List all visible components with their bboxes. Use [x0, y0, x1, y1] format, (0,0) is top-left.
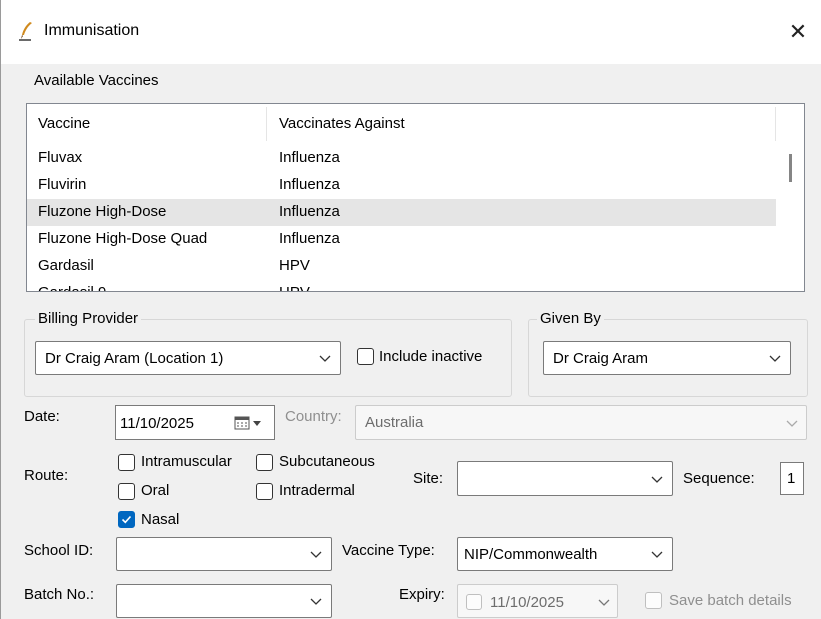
expiry-enable-checkbox[interactable] [466, 594, 482, 610]
date-picker[interactable]: 11/10/2025 [115, 405, 275, 440]
sequence-value: 1 [787, 470, 796, 487]
site-select[interactable] [457, 461, 673, 496]
expiry-label: Expiry: [399, 586, 445, 603]
vaccine-name: Fluvax [38, 149, 83, 166]
vaccinates-against: HPV [279, 257, 310, 274]
checkmark-icon [121, 515, 132, 524]
given-by-label: Given By [537, 310, 604, 327]
vaccine-name: Fluvirin [38, 176, 87, 193]
chevron-down-icon [786, 420, 798, 427]
chevron-down-icon [651, 476, 663, 483]
route-intramuscular-checkbox[interactable] [118, 454, 135, 471]
chevron-down-icon [319, 355, 331, 362]
vaccine-name: Fluzone High-Dose Quad [38, 230, 208, 247]
chevron-down-icon [651, 551, 663, 558]
route-label: Route: [24, 467, 69, 484]
vaccinates-against: Influenza [279, 176, 340, 193]
vaccine-name: Fluzone High-Dose [38, 203, 167, 220]
country-label: Country: [285, 408, 342, 425]
school-id-label: School ID: [24, 542, 94, 559]
school-id-select[interactable] [116, 537, 332, 571]
column-divider[interactable] [266, 107, 267, 141]
calendar-dropdown-icon[interactable] [234, 416, 264, 430]
vaccinates-against: Influenza [279, 203, 340, 220]
vertical-scrollbar[interactable] [776, 104, 804, 291]
expiry-value: 11/10/2025 [490, 594, 564, 611]
route-intradermal-checkbox[interactable] [256, 483, 273, 500]
vaccine-name: Gardasil [38, 257, 94, 274]
column-header-vaccine[interactable]: Vaccine [38, 115, 90, 132]
vaccine-type-label: Vaccine Type: [342, 542, 435, 559]
save-batch-checkbox[interactable] [645, 592, 662, 609]
scrollbar-thumb[interactable] [789, 154, 792, 182]
route-nasal-label: Nasal [141, 511, 180, 528]
batch-no-label: Batch No.: [24, 586, 95, 603]
billing-provider-value: Dr Craig Aram (Location 1) [45, 350, 224, 367]
billing-provider-label: Billing Provider [35, 310, 142, 327]
expiry-date-picker[interactable]: 11/10/2025 [457, 584, 618, 618]
date-label: Date: [24, 408, 60, 425]
list-item-selected[interactable]: Fluzone High-Dose Influenza [27, 199, 777, 226]
chevron-down-icon [769, 355, 781, 362]
vaccinates-against: Influenza [279, 230, 340, 247]
route-oral-label: Oral [141, 482, 170, 499]
chevron-down-icon [598, 599, 610, 606]
list-item[interactable]: Fluvax Influenza [27, 145, 777, 172]
chevron-down-icon [310, 551, 322, 558]
country-value: Australia [365, 414, 424, 431]
list-item[interactable]: Fluvirin Influenza [27, 172, 777, 199]
route-nasal-checkbox[interactable] [118, 511, 135, 528]
date-value: 11/10/2025 [120, 415, 194, 432]
site-label: Site: [413, 470, 444, 487]
billing-provider-select[interactable]: Dr Craig Aram (Location 1) [35, 341, 341, 375]
include-inactive-label: Include inactive [379, 348, 483, 365]
close-button[interactable]: ✕ [776, 12, 820, 52]
list-item[interactable]: Fluzone High-Dose Quad Influenza [27, 226, 777, 253]
sequence-label: Sequence: [683, 470, 755, 487]
save-batch-label: Save batch details [669, 592, 792, 609]
route-subcutaneous-label: Subcutaneous [279, 453, 375, 470]
include-inactive-checkbox[interactable] [357, 348, 374, 365]
list-item[interactable]: Gardasil HPV [27, 253, 777, 280]
given-by-value: Dr Craig Aram [553, 350, 649, 367]
route-oral-checkbox[interactable] [118, 483, 135, 500]
vaccinates-against: Influenza [279, 149, 340, 166]
list-item[interactable]: Gardasil 9 HPV [27, 280, 777, 291]
route-intradermal-label: Intradermal [279, 482, 355, 499]
vaccinates-against: HPV [279, 284, 310, 291]
close-icon: ✕ [788, 19, 808, 44]
sequence-input[interactable]: 1 [780, 462, 804, 495]
list-header: Vaccine Vaccinates Against [27, 104, 777, 145]
route-intramuscular-label: Intramuscular [141, 453, 232, 470]
batch-no-select[interactable] [116, 584, 332, 618]
column-header-vaccinates-against[interactable]: Vaccinates Against [279, 115, 405, 132]
window-title: Immunisation [44, 22, 140, 39]
available-vaccines-label: Available Vaccines [34, 72, 159, 89]
chevron-down-icon [310, 598, 322, 605]
vaccine-type-select[interactable]: NIP/Commonwealth [457, 537, 673, 571]
app-quill-icon [19, 22, 32, 41]
vaccine-list[interactable]: Vaccine Vaccinates Against Fluvax Influe… [26, 103, 805, 292]
route-subcutaneous-checkbox[interactable] [256, 454, 273, 471]
vaccine-type-value: NIP/Commonwealth [464, 546, 598, 563]
vaccine-name: Gardasil 9 [38, 284, 106, 291]
given-by-select[interactable]: Dr Craig Aram [543, 341, 791, 375]
country-select[interactable]: Australia [355, 405, 807, 440]
